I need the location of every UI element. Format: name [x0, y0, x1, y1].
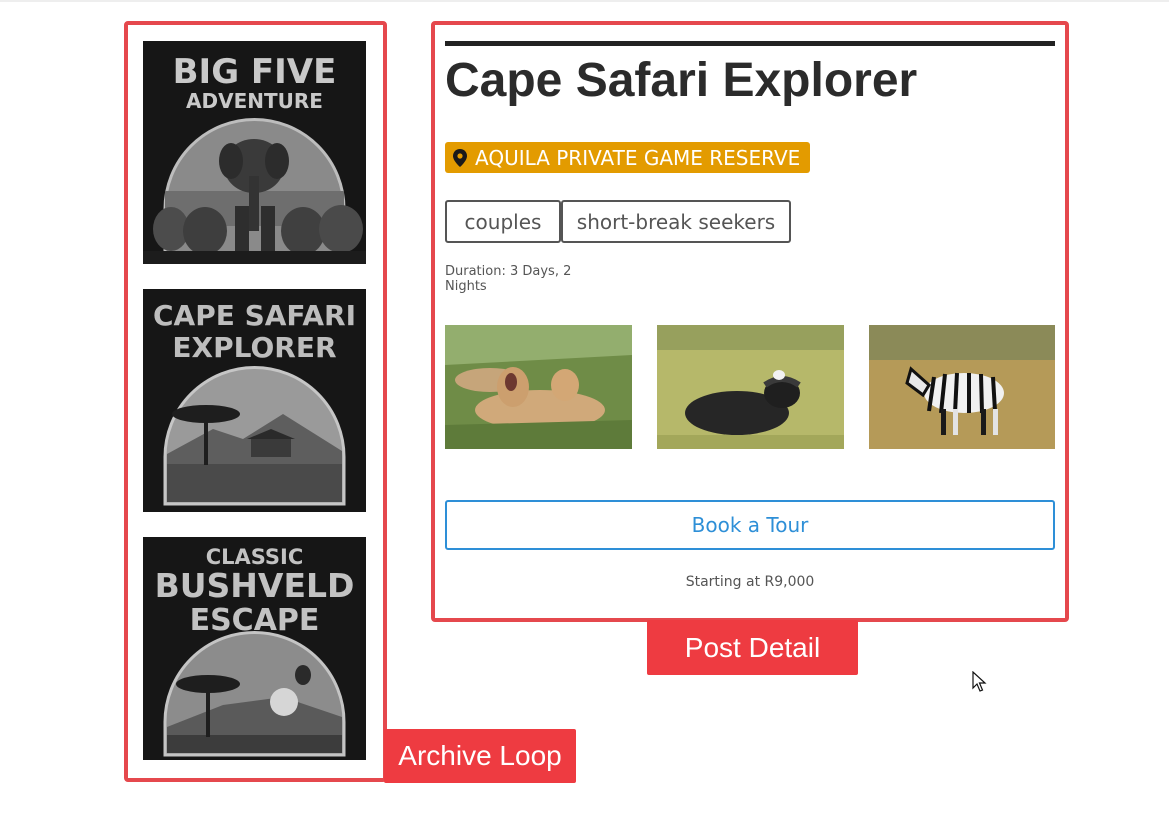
big-five-poster-image: BIG FIVE ADVENTURE — [143, 41, 366, 264]
title-divider — [445, 41, 1055, 46]
price-text: Starting at R9,000 — [685, 574, 815, 590]
top-divider — [0, 0, 1169, 2]
location-badge[interactable]: AQUILA PRIVATE GAME RESERVE — [445, 142, 811, 173]
gallery-image-lions[interactable] — [445, 325, 632, 449]
audience-tag-couples[interactable]: couples — [445, 200, 561, 243]
location-label: AQUILA PRIVATE GAME RESERVE — [475, 145, 801, 170]
map-pin-icon — [453, 148, 467, 167]
poster-title-line: EXPLORER — [172, 331, 336, 364]
archive-item-cape-safari-explorer[interactable]: CAPE SAFARI EXPLORER — [143, 289, 366, 512]
page-title: Cape Safari Explorer — [445, 54, 918, 107]
poster-title-line: BIG FIVE — [173, 52, 337, 92]
cape-safari-poster-image: CAPE SAFARI EXPLORER — [143, 289, 366, 512]
poster-title-line: CAPE SAFARI — [153, 299, 356, 332]
archive-loop-label: Archive Loop — [384, 729, 576, 783]
archive-item-classic-bushveld-escape[interactable]: CLASSIC BUSHVELD ESCAPE — [143, 537, 366, 760]
poster-title-line: BUSHVELD — [155, 566, 355, 605]
poster-title-line: ADVENTURE — [186, 89, 323, 113]
archive-item-big-five[interactable]: BIG FIVE ADVENTURE — [143, 41, 366, 264]
book-tour-button[interactable]: Book a Tour — [445, 500, 1055, 550]
gallery-image-buffalo[interactable] — [657, 325, 844, 449]
duration-text: Duration: 3 Days, 2 Nights — [445, 264, 572, 294]
bushveld-poster-image: CLASSIC BUSHVELD ESCAPE — [143, 537, 366, 760]
audience-tag-short-break-seekers[interactable]: short-break seekers — [561, 200, 791, 243]
post-detail-label: Post Detail — [647, 620, 858, 675]
mouse-pointer-icon — [972, 671, 987, 692]
gallery-image-zebra[interactable] — [869, 325, 1055, 449]
